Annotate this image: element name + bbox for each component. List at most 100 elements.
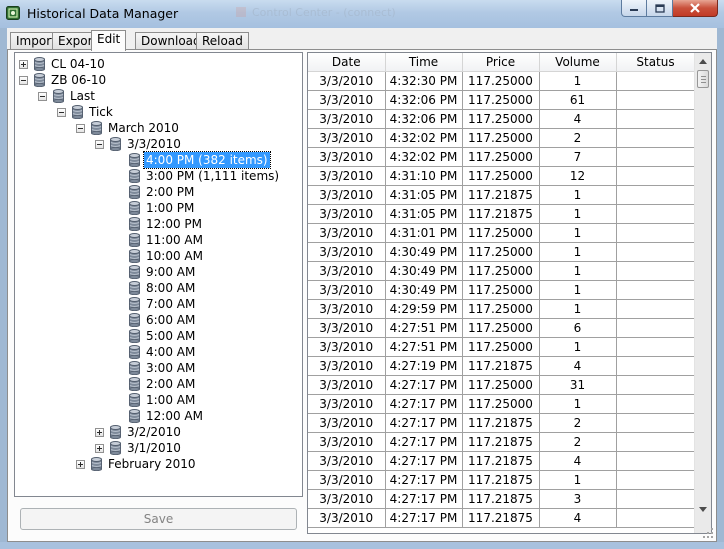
table-row[interactable]: 3/3/2010 4:32:02 PM 117.25000 7 [308,147,696,167]
time-cell[interactable]: 4:29:59 PM [385,299,463,319]
tree-node-label[interactable]: February 2010 [106,456,198,472]
date-cell[interactable]: 3/3/2010 [308,242,386,262]
price-cell[interactable]: 117.25000 [462,299,540,319]
status-cell[interactable] [616,337,696,357]
tree-node-label[interactable]: 3/1/2010 [125,440,183,456]
tree-node[interactable]: 2:00 PM [15,184,300,200]
scroll-up-button[interactable] [695,53,711,69]
volume-cell[interactable]: 2 [539,432,617,452]
price-cell[interactable]: 117.21875 [462,185,540,205]
table-row[interactable]: 3/3/2010 4:31:05 PM 117.21875 1 [308,204,696,224]
scroll-thumb[interactable] [697,70,709,88]
tree-node-label[interactable]: 9:00 AM [144,264,197,280]
status-cell[interactable] [616,470,696,490]
date-cell[interactable]: 3/3/2010 [308,451,386,471]
grid-vertical-scrollbar[interactable] [694,53,711,533]
tree-node-label[interactable]: 11:00 AM [144,232,205,248]
date-cell[interactable]: 3/3/2010 [308,261,386,281]
table-row[interactable]: 3/3/2010 4:27:17 PM 117.21875 2 [308,432,696,452]
time-cell[interactable]: 4:32:02 PM [385,147,463,167]
tree-node[interactable]: 2:00 AM [15,376,300,392]
price-cell[interactable]: 117.25000 [462,71,540,91]
tree-node[interactable]: 3/2/2010 [15,424,300,440]
price-cell[interactable]: 117.21875 [462,204,540,224]
volume-cell[interactable]: 1 [539,242,617,262]
tree-node[interactable]: 10:00 AM [15,248,300,264]
volume-cell[interactable]: 1 [539,185,617,205]
tree-node[interactable]: February 2010 [15,456,300,472]
tree-node-label[interactable]: 2:00 AM [144,376,197,392]
tick-data-grid[interactable]: Date Time Price Volume Status 3/3/2010 4:32:3… [307,52,712,534]
date-cell[interactable]: 3/3/2010 [308,394,386,414]
expand-plus-icon[interactable] [76,460,85,469]
time-cell[interactable]: 4:31:05 PM [385,185,463,205]
volume-cell[interactable]: 1 [539,223,617,243]
save-button[interactable]: Save [20,508,297,530]
time-cell[interactable]: 4:27:17 PM [385,413,463,433]
price-cell[interactable]: 117.21875 [462,356,540,376]
status-cell[interactable] [616,318,696,338]
tree-node-label[interactable]: 2:00 PM [144,184,196,200]
tree-node-label[interactable]: 3:00 AM [144,360,197,376]
tree-node-label[interactable]: 1:00 AM [144,392,197,408]
expand-plus-icon[interactable] [95,428,104,437]
table-row[interactable]: 3/3/2010 4:32:06 PM 117.25000 4 [308,109,696,129]
status-cell[interactable] [616,451,696,471]
status-cell[interactable] [616,375,696,395]
volume-cell[interactable]: 7 [539,147,617,167]
expand-plus-icon[interactable] [95,444,104,453]
volume-cell[interactable]: 2 [539,413,617,433]
table-row[interactable]: 3/3/2010 4:27:51 PM 117.25000 1 [308,337,696,357]
price-cell[interactable]: 117.25000 [462,318,540,338]
tree-node-label[interactable]: 10:00 AM [144,248,205,264]
date-cell[interactable]: 3/3/2010 [308,166,386,186]
date-cell[interactable]: 3/3/2010 [308,299,386,319]
column-header-date[interactable]: Date [308,53,386,72]
date-cell[interactable]: 3/3/2010 [308,356,386,376]
time-cell[interactable]: 4:30:49 PM [385,261,463,281]
tree-node[interactable]: Tick [15,104,300,120]
date-cell[interactable]: 3/3/2010 [308,280,386,300]
status-cell[interactable] [616,261,696,281]
table-row[interactable]: 3/3/2010 4:31:10 PM 117.25000 12 [308,166,696,186]
tree-node[interactable]: 5:00 AM [15,328,300,344]
price-cell[interactable]: 117.21875 [462,470,540,490]
status-cell[interactable] [616,489,696,509]
table-row[interactable]: 3/3/2010 4:27:17 PM 117.21875 4 [308,451,696,471]
time-cell[interactable]: 4:31:05 PM [385,204,463,224]
status-cell[interactable] [616,223,696,243]
resize-grip-icon[interactable] [702,527,714,539]
close-button[interactable] [673,0,718,17]
time-cell[interactable]: 4:27:17 PM [385,432,463,452]
tree-node[interactable]: 12:00 PM [15,216,300,232]
tree-node-label[interactable]: Tick [87,104,115,120]
table-row[interactable]: 3/3/2010 4:27:17 PM 117.25000 1 [308,394,696,414]
volume-cell[interactable]: 4 [539,109,617,129]
price-cell[interactable]: 117.21875 [462,489,540,509]
tree-node[interactable]: 3/3/2010 [15,136,300,152]
status-cell[interactable] [616,413,696,433]
status-cell[interactable] [616,280,696,300]
tree-node[interactable]: 11:00 AM [15,232,300,248]
volume-cell[interactable]: 1 [539,394,617,414]
collapse-minus-icon[interactable] [76,124,85,133]
table-row[interactable]: 3/3/2010 4:31:01 PM 117.25000 1 [308,223,696,243]
table-row[interactable]: 3/3/2010 4:29:59 PM 117.25000 1 [308,299,696,319]
date-cell[interactable]: 3/3/2010 [308,432,386,452]
date-cell[interactable]: 3/3/2010 [308,223,386,243]
time-cell[interactable]: 4:27:17 PM [385,489,463,509]
status-cell[interactable] [616,508,696,528]
title-bar[interactable]: Historical Data Manager Control Center -… [0,0,724,28]
status-cell[interactable] [616,166,696,186]
volume-cell[interactable]: 1 [539,337,617,357]
price-cell[interactable]: 117.25000 [462,337,540,357]
date-cell[interactable]: 3/3/2010 [308,90,386,110]
tree-node[interactable]: 3/1/2010 [15,440,300,456]
price-cell[interactable]: 117.21875 [462,432,540,452]
tree-node-label[interactable]: 7:00 AM [144,296,197,312]
volume-cell[interactable]: 31 [539,375,617,395]
tree-node-label[interactable]: 3/2/2010 [125,424,183,440]
tree-node[interactable]: 7:00 AM [15,296,300,312]
table-row[interactable]: 3/3/2010 4:27:51 PM 117.25000 6 [308,318,696,338]
scroll-down-button[interactable] [695,501,711,517]
